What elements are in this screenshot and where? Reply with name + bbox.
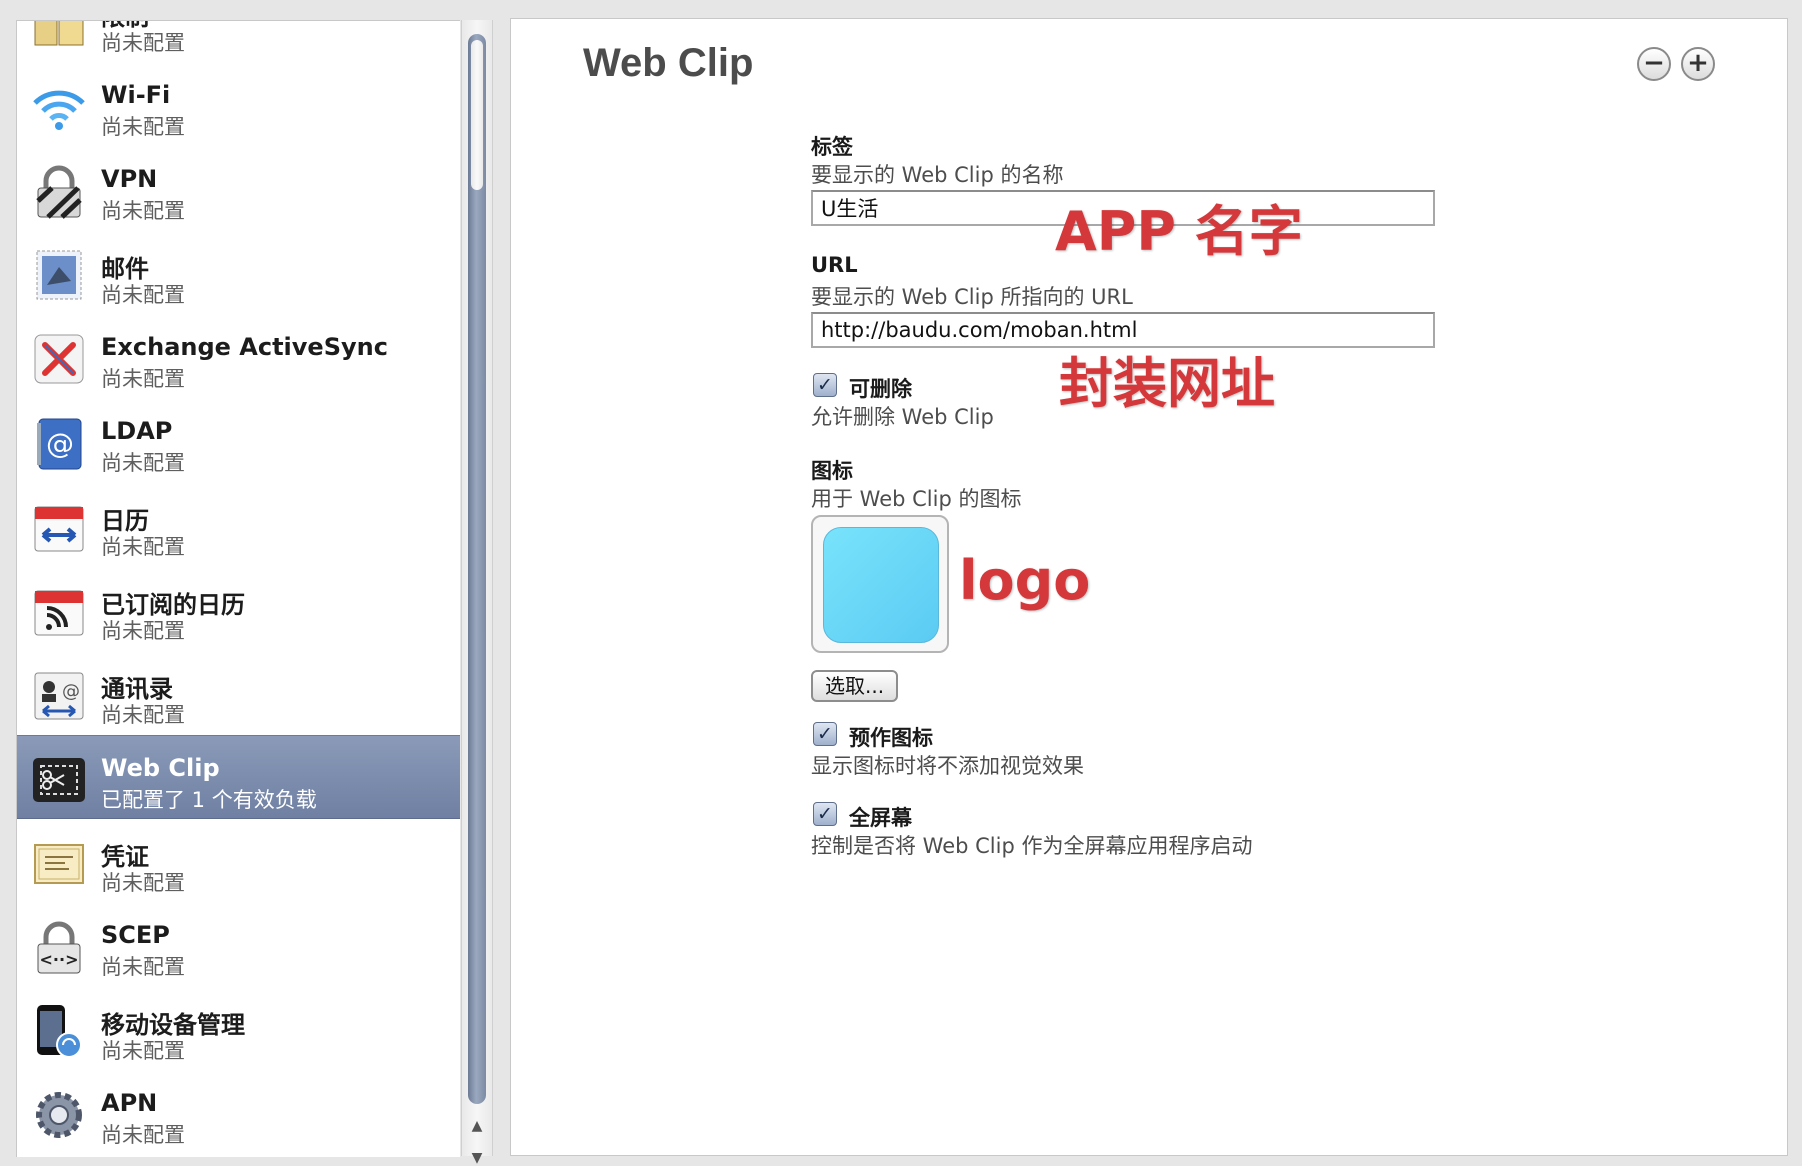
annotation-logo: logo — [959, 549, 1091, 612]
add-payload-button[interactable]: + — [1681, 47, 1715, 81]
scroll-down-arrow-icon[interactable]: ▼ — [469, 1150, 485, 1166]
sidebar-item-subscribed-calendar[interactable]: 已订阅的日历 尚未配置 — [17, 567, 460, 651]
sidebar-item-scep[interactable]: <··> SCEP 尚未配置 — [17, 903, 460, 987]
exchange-icon — [29, 329, 89, 389]
sidebar-item-contacts[interactable]: @ 通讯录 尚未配置 — [17, 651, 460, 735]
sidebar-item-status: 尚未配置 — [101, 367, 185, 391]
calendar-sync-icon — [29, 497, 89, 557]
sidebar-item-status: 尚未配置 — [101, 619, 185, 643]
svg-text:@: @ — [62, 681, 80, 702]
precomposed-description: 显示图标时将不添加视觉效果 — [811, 754, 1084, 778]
fullscreen-label: 全屏幕 — [849, 806, 912, 830]
sidebar-item-credentials[interactable]: 凭证 尚未配置 — [17, 819, 460, 903]
sidebar-item-mdm[interactable]: 移动设备管理 尚未配置 — [17, 987, 460, 1071]
sidebar-item-status: 尚未配置 — [101, 451, 185, 475]
url-field-description: 要显示的 Web Clip 所指向的 URL — [811, 285, 1133, 309]
sidebar-item-title: Web Clip — [101, 754, 220, 782]
sidebar-item-title: VPN — [101, 165, 158, 193]
icon-field-description: 用于 Web Clip 的图标 — [811, 487, 1022, 511]
label-field-description: 要显示的 Web Clip 的名称 — [811, 163, 1064, 187]
web-clip-scissors-icon — [29, 750, 89, 810]
mail-stamp-icon — [29, 245, 89, 305]
payload-sidebar: 限制 尚未配置 Wi-Fi 尚未配置 VPN 尚未配置 邮件 尚未配置 — [16, 20, 460, 1157]
precomposed-checkbox[interactable]: ✓ — [813, 722, 837, 746]
sidebar-item-status: 已配置了 1 个有效负载 — [101, 788, 317, 812]
url-field-title: URL — [811, 253, 858, 277]
fullscreen-checkbox[interactable]: ✓ — [813, 802, 837, 826]
annotation-app-name: APP 名字 — [1055, 200, 1303, 263]
icon-field-title: 图标 — [811, 459, 853, 483]
sidebar-item-title: Wi-Fi — [101, 81, 171, 109]
lock-restrictions-icon — [29, 21, 89, 53]
sidebar-item-status: 尚未配置 — [101, 703, 185, 727]
sidebar-item-wifi[interactable]: Wi-Fi 尚未配置 — [17, 63, 460, 147]
payload-list: 限制 尚未配置 Wi-Fi 尚未配置 VPN 尚未配置 邮件 尚未配置 — [17, 21, 460, 1155]
sidebar-item-restrictions[interactable]: 限制 尚未配置 — [17, 21, 460, 63]
vpn-lock-icon — [29, 161, 89, 221]
choose-icon-button[interactable]: 选取... — [811, 670, 899, 702]
sidebar-item-ldap[interactable]: @ LDAP 尚未配置 — [17, 399, 460, 483]
certificate-icon — [29, 833, 89, 893]
sidebar-item-status: 尚未配置 — [101, 1039, 185, 1063]
sidebar-scrollbar[interactable]: ▲ ▼ — [461, 20, 493, 1166]
sidebar-item-apn[interactable]: APN 尚未配置 — [17, 1071, 460, 1155]
annotation-wrapped-url: 封装网址 — [1059, 352, 1275, 415]
sidebar-item-title: APN — [101, 1089, 158, 1117]
sidebar-item-status: 尚未配置 — [101, 199, 185, 223]
removable-checkbox[interactable]: ✓ — [813, 373, 837, 397]
remove-payload-button[interactable]: − — [1637, 47, 1671, 81]
removable-description: 允许删除 Web Clip — [811, 405, 994, 429]
label-field-title: 标签 — [811, 135, 853, 159]
sidebar-item-status: 尚未配置 — [101, 1123, 185, 1147]
precomposed-label: 预作图标 — [849, 726, 933, 750]
sidebar-item-exchange[interactable]: Exchange ActiveSync 尚未配置 — [17, 315, 460, 399]
sidebar-item-title: Exchange ActiveSync — [101, 333, 388, 361]
sidebar-item-status: 尚未配置 — [101, 283, 185, 307]
apn-gear-icon — [29, 1085, 89, 1145]
sidebar-item-mail[interactable]: 邮件 尚未配置 — [17, 231, 460, 315]
sidebar-item-title: LDAP — [101, 417, 173, 445]
sidebar-item-status: 尚未配置 — [101, 535, 185, 559]
fullscreen-description: 控制是否将 Web Clip 作为全屏幕应用程序启动 — [811, 834, 1253, 858]
sidebar-item-calendar[interactable]: 日历 尚未配置 — [17, 483, 460, 567]
icon-well[interactable] — [811, 515, 949, 653]
sidebar-item-status: 尚未配置 — [101, 871, 185, 895]
sidebar-item-status: 尚未配置 — [101, 31, 185, 55]
sidebar-item-status: 尚未配置 — [101, 115, 185, 139]
app-icon-preview — [823, 527, 939, 643]
mobile-device-management-icon — [29, 1001, 89, 1061]
sidebar-item-web-clip[interactable]: Web Clip 已配置了 1 个有效负载 — [17, 735, 460, 819]
scep-lock-icon: <··> — [29, 917, 89, 977]
sidebar-item-status: 尚未配置 — [101, 955, 185, 979]
svg-text:<··>: <··> — [40, 950, 79, 969]
ldap-address-book-icon: @ — [29, 413, 89, 473]
scroll-up-arrow-icon[interactable]: ▲ — [469, 1118, 485, 1134]
removable-label: 可删除 — [849, 377, 912, 401]
web-clip-settings-panel: Web Clip − + 标签 要显示的 Web Clip 的名称 URL 要显… — [510, 18, 1788, 1156]
svg-text:@: @ — [46, 427, 74, 460]
page-title: Web Clip — [583, 41, 754, 85]
sidebar-item-title: SCEP — [101, 921, 170, 949]
scrollbar-thumb[interactable] — [468, 34, 486, 1104]
calendar-subscription-icon — [29, 581, 89, 641]
sidebar-item-vpn[interactable]: VPN 尚未配置 — [17, 147, 460, 231]
contacts-sync-icon: @ — [29, 665, 89, 725]
wifi-icon — [29, 77, 89, 137]
